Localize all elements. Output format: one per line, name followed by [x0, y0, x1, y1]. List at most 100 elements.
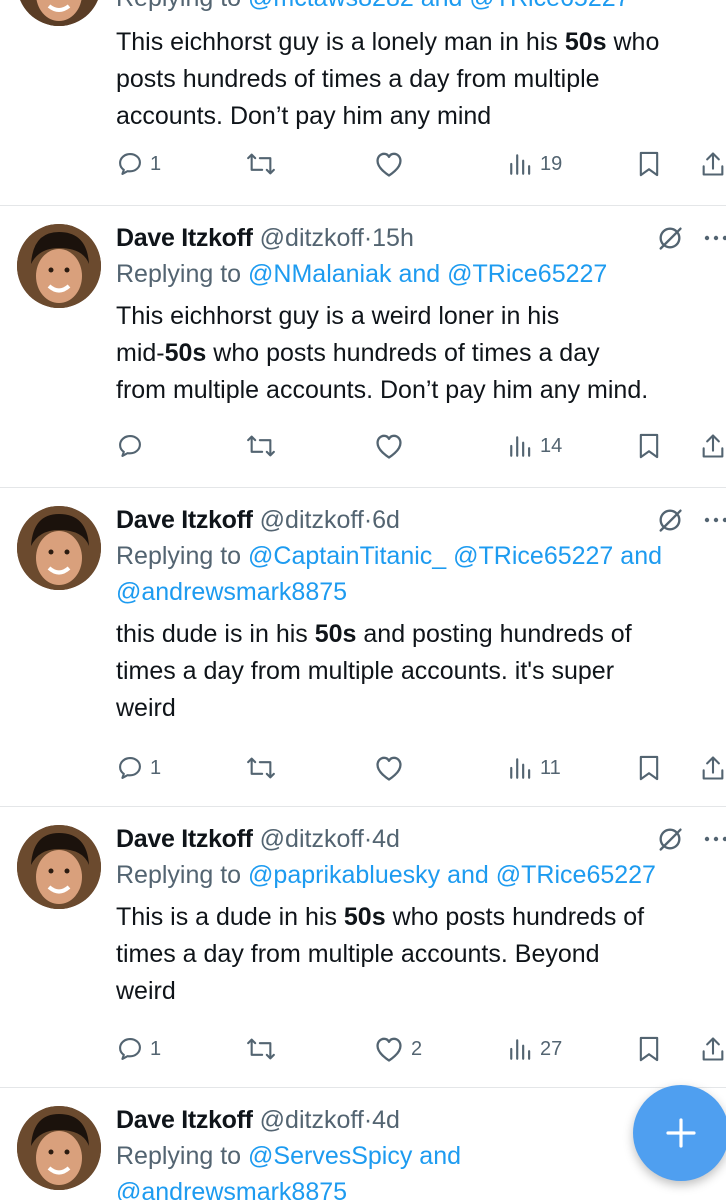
reply-button[interactable]: 1 — [116, 1031, 161, 1067]
reply-prefix: Replying to — [116, 0, 241, 12]
mention-link[interactable]: @NMalaniak — [248, 260, 391, 288]
plus-icon — [666, 1118, 696, 1148]
tweet-actions: 1 19 — [116, 146, 726, 182]
timestamp[interactable]: 4d — [372, 825, 400, 853]
display-name[interactable]: Dave Itzkoff — [116, 825, 253, 853]
mention-link[interactable]: @paprikabluesky — [248, 861, 440, 889]
retweet-button[interactable] — [244, 146, 278, 182]
reply-button[interactable] — [116, 428, 150, 464]
share-button[interactable] — [698, 1031, 726, 1067]
avatar[interactable] — [17, 224, 101, 308]
views-button[interactable]: 27 — [508, 1031, 562, 1067]
views-button[interactable]: 19 — [508, 146, 562, 182]
tweet-text: This eichhorst guy is a weird loner in h… — [116, 298, 726, 409]
views-button[interactable]: 14 — [508, 428, 562, 464]
replying-to: Replying to @mctaws8282 and @TRice65227 — [116, 0, 726, 16]
views-icon — [510, 1039, 531, 1060]
display-name[interactable]: Dave Itzkoff — [116, 224, 253, 252]
compose-button[interactable] — [633, 1085, 726, 1181]
views-button[interactable]: 11 — [508, 750, 561, 786]
username[interactable]: @ditzkoff — [260, 506, 364, 534]
views-count: 14 — [540, 434, 563, 457]
reply-conjunction: and — [440, 861, 496, 889]
views-icon — [510, 154, 531, 175]
separator-dot: · — [363, 224, 373, 252]
retweet-icon — [247, 153, 275, 175]
bookmark-button[interactable] — [636, 428, 662, 464]
views-count: 19 — [540, 152, 563, 175]
mention-link[interactable]: @TRice65227 — [447, 260, 607, 288]
avatar[interactable] — [17, 506, 101, 590]
grok-icon[interactable] — [656, 506, 684, 534]
reply-icon — [119, 435, 141, 457]
reply-icon — [119, 153, 141, 175]
reply-button[interactable]: 1 — [116, 146, 161, 182]
separator-dot: · — [363, 1106, 373, 1134]
tweet-text: This eichhorst guy is a lonely man in hi… — [116, 24, 726, 135]
views-icon — [510, 436, 531, 457]
display-name[interactable]: Dave Itzkoff — [116, 1106, 253, 1134]
mention-link[interactable]: @CaptainTitanic_ — [248, 542, 446, 570]
bookmark-button[interactable] — [636, 750, 662, 786]
retweet-icon — [247, 1038, 275, 1060]
avatar[interactable] — [17, 825, 101, 909]
reply-users[interactable]: @mctaws8282 and @TRice65227 — [248, 0, 630, 12]
bookmark-icon — [639, 1036, 659, 1062]
avatar[interactable] — [17, 1106, 101, 1190]
mention-link[interactable]: @TRice65227 — [496, 861, 656, 889]
username[interactable]: @ditzkoff — [260, 825, 364, 853]
tweet-text-line: This eichhorst guy is a weird loner in h… — [116, 302, 560, 330]
replying-to-line2: @andrewsmark8875 — [116, 1174, 726, 1200]
divider — [0, 205, 726, 206]
retweet-button[interactable] — [244, 428, 278, 464]
tweet-text-line: mid-50s who posts hundreds of times a da… — [116, 339, 600, 367]
heart-icon — [376, 1037, 402, 1062]
separator-dot: · — [363, 506, 373, 534]
like-button[interactable] — [373, 428, 405, 464]
reply-count: 1 — [150, 152, 162, 175]
mention-link[interactable]: @andrewsmark8875 — [116, 578, 347, 606]
views-icon — [510, 758, 531, 779]
reply-count: 1 — [150, 756, 162, 779]
heart-icon — [376, 152, 402, 177]
divider — [0, 487, 726, 488]
like-button[interactable]: 2 — [373, 1031, 422, 1067]
bookmark-button[interactable] — [636, 146, 662, 182]
reply-button[interactable]: 1 — [116, 750, 161, 786]
timestamp[interactable]: 4d — [372, 1106, 400, 1134]
bookmark-button[interactable] — [636, 1031, 662, 1067]
tweet-text-line: This is a dude in his 50s who posts hund… — [116, 903, 645, 931]
username[interactable]: @ditzkoff — [260, 1106, 364, 1134]
grok-icon[interactable] — [656, 224, 684, 252]
reply-prefix: Replying to — [116, 861, 242, 889]
tweet-text-line: times a day from multiple accounts. it's… — [116, 657, 615, 685]
share-button[interactable] — [698, 428, 726, 464]
tweet[interactable]: Dave Itzkoff @ditzkoff·4d Replying to @S… — [0, 1088, 726, 1200]
tweet-actions: 14 — [116, 428, 726, 464]
share-icon — [702, 756, 724, 780]
more-icon[interactable] — [701, 825, 726, 853]
tweet-text: This is a dude in his 50s who posts hund… — [116, 899, 726, 1010]
views-count: 27 — [540, 1037, 563, 1060]
mention-link[interactable]: @andrewsmark8875 — [116, 1178, 347, 1200]
share-button[interactable] — [698, 146, 726, 182]
retweet-button[interactable] — [244, 750, 278, 786]
bookmark-icon — [639, 433, 659, 459]
mention-link[interactable]: @TRice65227 — [453, 542, 613, 570]
username[interactable]: @ditzkoff — [260, 224, 364, 252]
grok-icon[interactable] — [656, 825, 684, 853]
heart-icon — [376, 756, 402, 781]
timestamp[interactable]: 15h — [372, 224, 414, 252]
like-button[interactable] — [373, 146, 405, 182]
like-button[interactable] — [373, 750, 405, 786]
display-name[interactable]: Dave Itzkoff — [116, 506, 253, 534]
avatar[interactable] — [17, 0, 101, 26]
more-icon[interactable] — [701, 506, 726, 534]
more-icon[interactable] — [701, 224, 726, 252]
mention-link[interactable]: @ServesSpicy — [248, 1142, 412, 1170]
timestamp[interactable]: 6d — [372, 506, 400, 534]
like-count: 2 — [411, 1037, 423, 1060]
retweet-button[interactable] — [244, 1031, 278, 1067]
share-button[interactable] — [698, 750, 726, 786]
tweet-text-line: posts hundreds of times a day from multi… — [116, 65, 600, 93]
